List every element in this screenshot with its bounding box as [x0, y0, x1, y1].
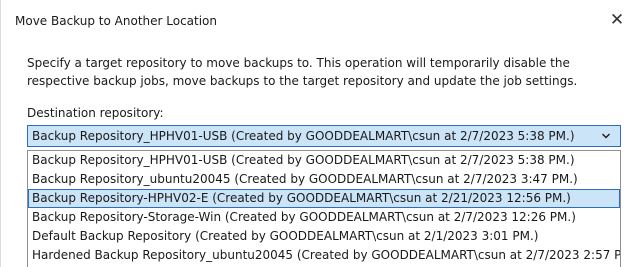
move-backup-dialog: Move Backup to Another Location ✕ Specif… [0, 0, 628, 267]
destination-repository-label: Destination repository: [27, 106, 164, 120]
repository-option[interactable]: Backup Repository_HPHV01-USB (Created by… [28, 151, 620, 170]
repository-option[interactable]: Hardened Backup Repository_ubuntu20045 (… [28, 246, 620, 265]
repository-option[interactable]: Default Backup Repository (Created by GO… [28, 227, 620, 246]
destination-repository-select[interactable]: Backup Repository_HPHV01-USB (Created by… [27, 125, 621, 147]
repository-option[interactable]: Backup Repository_ubuntu20045 (Created b… [28, 170, 620, 189]
title-bar: Move Backup to Another Location ✕ [1, 0, 628, 42]
repository-option-highlighted[interactable]: Backup Repository-HPHV02-E (Created by G… [28, 189, 620, 208]
selected-repository-value: Backup Repository_HPHV01-USB (Created by… [32, 129, 575, 143]
repository-dropdown-list: Backup Repository_HPHV01-USB (Created by… [27, 150, 621, 267]
dialog-description: Specify a target repository to move back… [27, 56, 578, 88]
repository-option[interactable]: Backup Repository-Storage-Win (Created b… [28, 208, 620, 227]
close-icon: ✕ [609, 10, 625, 30]
chevron-down-icon[interactable] [600, 128, 612, 144]
close-button[interactable]: ✕ [607, 9, 627, 31]
window-title: Move Backup to Another Location [15, 14, 218, 28]
